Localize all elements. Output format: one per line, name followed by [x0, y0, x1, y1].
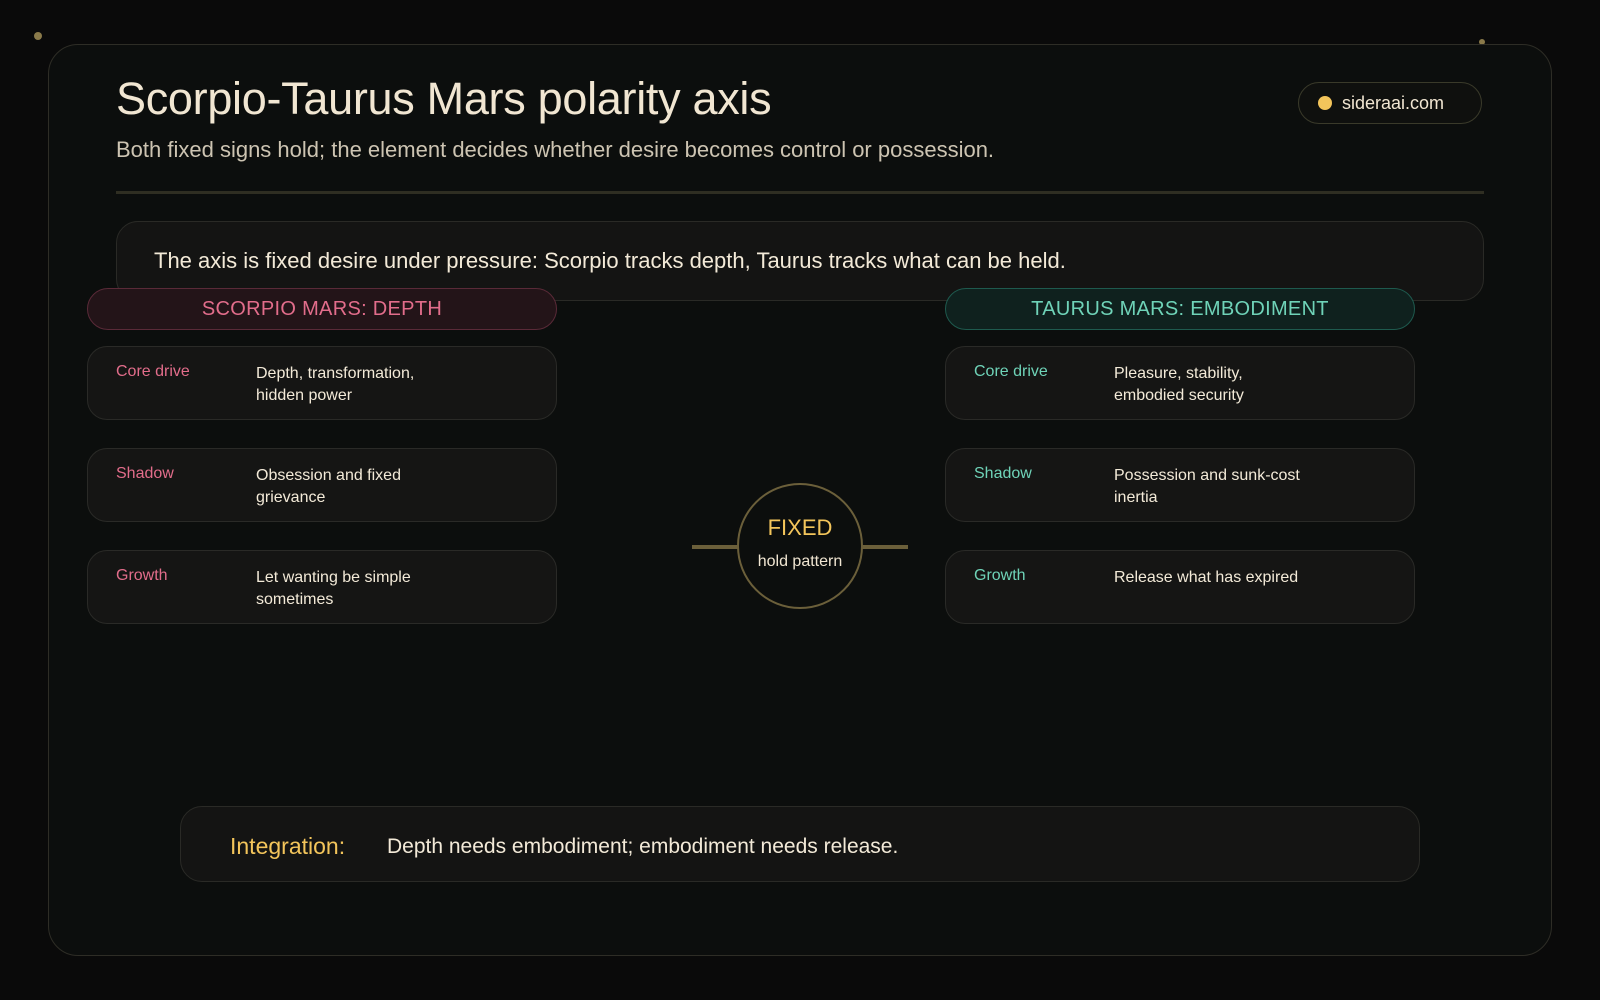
row-label: Growth	[116, 567, 168, 584]
row-label: Core drive	[974, 363, 1048, 380]
site-label: sideraai.com	[1342, 92, 1445, 113]
axis-connector-right	[860, 545, 908, 549]
integration-banner: Integration: Depth needs embodiment; emb…	[180, 806, 1420, 882]
taurus-row-growth: Growth Release what has expired	[945, 550, 1415, 624]
page-subtitle: Both fixed signs hold; the element decid…	[116, 137, 995, 162]
integration-label: Integration:	[230, 833, 346, 859]
row-label: Growth	[974, 567, 1026, 584]
hub-title: FIXED	[767, 515, 833, 540]
row-value: Possession and sunk-cost inertia	[1114, 467, 1300, 506]
header-divider	[116, 191, 1484, 194]
row-value: Pleasure, stability, embodied security	[1114, 365, 1244, 404]
row-value: Depth, transformation, hidden power	[256, 365, 415, 404]
axis-connector-left	[692, 545, 740, 549]
taurus-row-core-drive: Core drive Pleasure, stability, embodied…	[945, 346, 1415, 420]
taurus-row-shadow: Shadow Possession and sunk-cost inertia	[945, 448, 1415, 522]
site-badge[interactable]: sideraai.com	[1298, 82, 1482, 124]
taurus-heading: TAURUS MARS: EMBODIMENT	[945, 288, 1415, 330]
row-label: Shadow	[974, 465, 1032, 482]
row-value: Obsession and fixed grievance	[256, 467, 401, 506]
scorpio-column: SCORPIO MARS: DEPTH Core drive Depth, tr…	[87, 288, 557, 624]
row-label: Shadow	[116, 465, 174, 482]
page-title: Scorpio-Taurus Mars polarity axis	[116, 73, 772, 124]
scorpio-row-shadow: Shadow Obsession and fixed grievance	[87, 448, 557, 522]
row-value: Release what has expired	[1114, 569, 1299, 586]
integration-text: Depth needs embodiment; embodiment needs…	[387, 835, 899, 858]
site-dot-icon	[1318, 96, 1332, 110]
corner-dot	[34, 32, 42, 40]
row-value: Let wanting be simple sometimes	[256, 569, 411, 608]
scorpio-row-growth: Growth Let wanting be simple sometimes	[87, 550, 557, 624]
scorpio-heading: SCORPIO MARS: DEPTH	[87, 288, 557, 330]
fixed-hub: FIXED hold pattern	[737, 483, 863, 609]
taurus-column: TAURUS MARS: EMBODIMENT Core drive Pleas…	[945, 288, 1415, 624]
row-label: Core drive	[116, 363, 190, 380]
scorpio-row-core-drive: Core drive Depth, transformation, hidden…	[87, 346, 557, 420]
hub-subtitle: hold pattern	[757, 553, 843, 570]
